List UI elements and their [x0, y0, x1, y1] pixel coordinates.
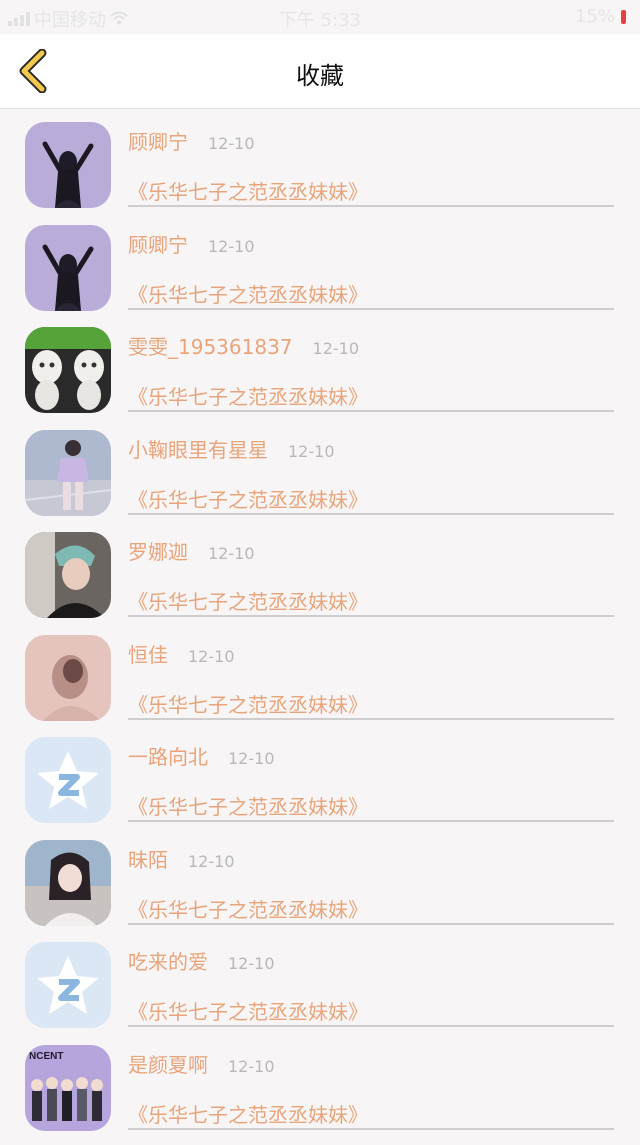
- work-title[interactable]: 《乐华七子之范丞丞妹妹》: [128, 176, 368, 205]
- name-line: 小鞠眼里有星星 12-10: [128, 434, 335, 463]
- date-label: 12-10: [208, 237, 255, 256]
- divider: [128, 615, 614, 617]
- name-line: 是颜夏啊 12-10: [128, 1049, 275, 1078]
- work-title[interactable]: 《乐华七子之范丞丞妹妹》: [128, 996, 368, 1025]
- avatar[interactable]: [25, 635, 111, 721]
- divider: [128, 1025, 614, 1027]
- divider: [128, 718, 614, 720]
- status-bar: 中国移动 下午 5:33 15%: [0, 0, 640, 34]
- avatar[interactable]: [25, 225, 111, 311]
- work-title[interactable]: 《乐华七子之范丞丞妹妹》: [128, 1099, 368, 1128]
- name-line: 罗娜迦 12-10: [128, 536, 255, 565]
- clock: 下午 5:33: [0, 6, 640, 32]
- battery-icon: [621, 10, 626, 24]
- avatar[interactable]: [25, 430, 111, 516]
- favorite-item[interactable]: 小鞠眼里有星星 12-10 《乐华七子之范丞丞妹妹》: [0, 428, 640, 531]
- work-title[interactable]: 《乐华七子之范丞丞妹妹》: [128, 279, 368, 308]
- avatar[interactable]: [25, 327, 111, 413]
- work-title[interactable]: 《乐华七子之范丞丞妹妹》: [128, 689, 368, 718]
- user-name[interactable]: 一路向北: [128, 741, 208, 770]
- favorite-item[interactable]: 顾卿宁 12-10 《乐华七子之范丞丞妹妹》: [0, 223, 640, 326]
- user-name[interactable]: 是颜夏啊: [128, 1049, 208, 1078]
- favorite-item[interactable]: 顾卿宁 12-10 《乐华七子之范丞丞妹妹》: [0, 120, 640, 223]
- date-label: 12-10: [188, 647, 235, 666]
- avatar[interactable]: [25, 840, 111, 926]
- name-line: 雯雯_195361837 12-10: [128, 331, 359, 360]
- avatar[interactable]: [25, 737, 111, 823]
- user-name[interactable]: 小鞠眼里有星星: [128, 434, 268, 463]
- favorite-item[interactable]: 昧陌 12-10 《乐华七子之范丞丞妹妹》: [0, 838, 640, 941]
- favorites-list: 顾卿宁 12-10 《乐华七子之范丞丞妹妹》顾卿宁 12-10 《乐华七子之范丞丞妹妹》…: [0, 120, 640, 1145]
- date-label: 12-10: [228, 749, 275, 768]
- divider: [128, 308, 614, 310]
- avatar[interactable]: [25, 122, 111, 208]
- date-label: 12-10: [228, 954, 275, 973]
- user-name[interactable]: 昧陌: [128, 844, 168, 873]
- page-title: 收藏: [0, 56, 640, 91]
- date-label: 12-10: [208, 544, 255, 563]
- user-name[interactable]: 顾卿宁: [128, 229, 188, 258]
- name-line: 恒佳 12-10: [128, 639, 235, 668]
- name-line: 顾卿宁 12-10: [128, 229, 255, 258]
- favorite-item[interactable]: 恒佳 12-10 《乐华七子之范丞丞妹妹》: [0, 633, 640, 736]
- work-title[interactable]: 《乐华七子之范丞丞妹妹》: [128, 894, 368, 923]
- nav-bar: 收藏: [0, 34, 640, 109]
- avatar[interactable]: [25, 942, 111, 1028]
- divider: [128, 923, 614, 925]
- date-label: 12-10: [288, 442, 335, 461]
- favorite-item[interactable]: 雯雯_195361837 12-10 《乐华七子之范丞丞妹妹》: [0, 325, 640, 428]
- user-name[interactable]: 罗娜迦: [128, 536, 188, 565]
- divider: [128, 1128, 614, 1130]
- divider: [128, 410, 614, 412]
- divider: [128, 820, 614, 822]
- favorite-item[interactable]: 罗娜迦 12-10 《乐华七子之范丞丞妹妹》: [0, 530, 640, 633]
- work-title[interactable]: 《乐华七子之范丞丞妹妹》: [128, 484, 368, 513]
- user-name[interactable]: 顾卿宁: [128, 126, 188, 155]
- user-name[interactable]: 吃来的爱: [128, 946, 208, 975]
- work-title[interactable]: 《乐华七子之范丞丞妹妹》: [128, 791, 368, 820]
- name-line: 吃来的爱 12-10: [128, 946, 275, 975]
- work-title[interactable]: 《乐华七子之范丞丞妹妹》: [128, 586, 368, 615]
- date-label: 12-10: [228, 1057, 275, 1076]
- svg-text:NCENT: NCENT: [29, 1051, 63, 1062]
- battery-percent: 15%: [575, 6, 615, 27]
- favorite-item[interactable]: NCENT 是颜夏啊 12-10 《乐华七子之范丞丞妹妹》: [0, 1043, 640, 1145]
- date-label: 12-10: [313, 339, 360, 358]
- name-line: 一路向北 12-10: [128, 741, 275, 770]
- name-line: 昧陌 12-10: [128, 844, 235, 873]
- divider: [128, 513, 614, 515]
- name-line: 顾卿宁 12-10: [128, 126, 255, 155]
- date-label: 12-10: [208, 134, 255, 153]
- user-name[interactable]: 雯雯_195361837: [128, 331, 293, 360]
- user-name[interactable]: 恒佳: [128, 639, 168, 668]
- divider: [128, 205, 614, 207]
- work-title[interactable]: 《乐华七子之范丞丞妹妹》: [128, 381, 368, 410]
- date-label: 12-10: [188, 852, 235, 871]
- favorite-item[interactable]: 吃来的爱 12-10 《乐华七子之范丞丞妹妹》: [0, 940, 640, 1043]
- favorite-item[interactable]: 一路向北 12-10 《乐华七子之范丞丞妹妹》: [0, 735, 640, 838]
- avatar[interactable]: NCENT: [25, 1045, 111, 1131]
- avatar[interactable]: [25, 532, 111, 618]
- battery: 15%: [575, 6, 626, 27]
